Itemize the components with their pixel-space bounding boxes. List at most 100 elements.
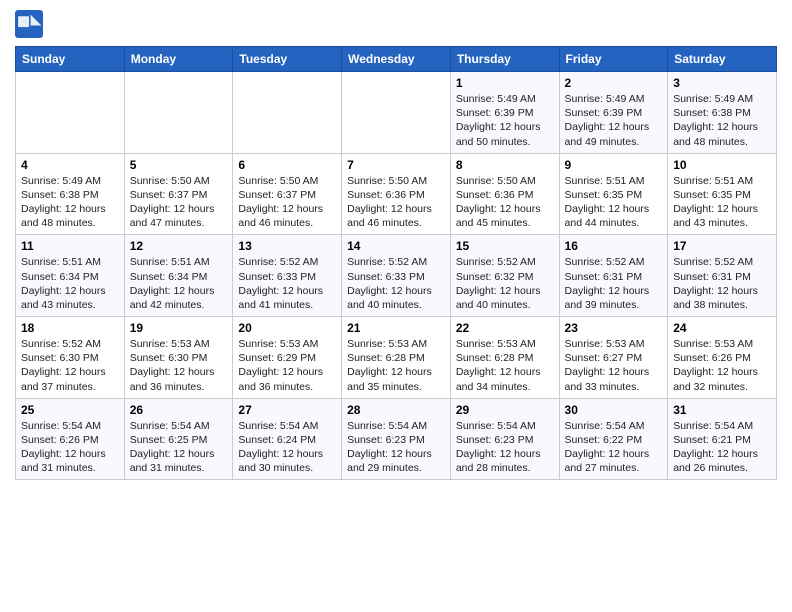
day-content: Sunrise: 5:54 AM Sunset: 6:21 PM Dayligh… bbox=[673, 419, 771, 476]
day-cell: 13Sunrise: 5:52 AM Sunset: 6:33 PM Dayli… bbox=[233, 235, 342, 317]
day-content: Sunrise: 5:53 AM Sunset: 6:27 PM Dayligh… bbox=[565, 337, 663, 394]
day-content: Sunrise: 5:50 AM Sunset: 6:36 PM Dayligh… bbox=[347, 174, 445, 231]
header-cell-wednesday: Wednesday bbox=[342, 47, 451, 72]
day-content: Sunrise: 5:54 AM Sunset: 6:24 PM Dayligh… bbox=[238, 419, 336, 476]
day-content: Sunrise: 5:49 AM Sunset: 6:39 PM Dayligh… bbox=[456, 92, 554, 149]
day-number: 31 bbox=[673, 403, 771, 417]
day-number: 30 bbox=[565, 403, 663, 417]
day-cell: 1 Sunrise: 5:49 AM Sunset: 6:39 PM Daylig… bbox=[450, 72, 559, 154]
day-cell: 4 Sunrise: 5:49 AM Sunset: 6:38 PM Daylig… bbox=[16, 153, 125, 235]
day-content: Sunrise: 5:52 AM Sunset: 6:33 PM Dayligh… bbox=[347, 255, 445, 312]
day-number: 6 bbox=[238, 158, 336, 172]
day-cell: 19Sunrise: 5:53 AM Sunset: 6:30 PM Dayli… bbox=[124, 317, 233, 399]
header-cell-monday: Monday bbox=[124, 47, 233, 72]
day-number: 15 bbox=[456, 239, 554, 253]
day-cell: 20 Sunrise: 5:53 AM Sunset: 6:29 PM Dayli… bbox=[233, 317, 342, 399]
day-content: Sunrise: 5:51 AM Sunset: 6:35 PM Dayligh… bbox=[673, 174, 771, 231]
day-cell: 31 Sunrise: 5:54 AM Sunset: 6:21 PM Dayli… bbox=[668, 398, 777, 480]
header-cell-thursday: Thursday bbox=[450, 47, 559, 72]
day-number: 14 bbox=[347, 239, 445, 253]
day-number: 7 bbox=[347, 158, 445, 172]
day-content: Sunrise: 5:52 AM Sunset: 6:31 PM Dayligh… bbox=[673, 255, 771, 312]
day-number: 8 bbox=[456, 158, 554, 172]
day-number: 29 bbox=[456, 403, 554, 417]
day-cell: 24 Sunrise: 5:53 AM Sunset: 6:26 PM Dayli… bbox=[668, 317, 777, 399]
day-content: Sunrise: 5:50 AM Sunset: 6:37 PM Dayligh… bbox=[238, 174, 336, 231]
day-content: Sunrise: 5:49 AM Sunset: 6:38 PM Dayligh… bbox=[673, 92, 771, 149]
day-content: Sunrise: 5:51 AM Sunset: 6:34 PM Dayligh… bbox=[130, 255, 228, 312]
week-row-3: 11 Sunrise: 5:51 AM Sunset: 6:34 PM Dayli… bbox=[16, 235, 777, 317]
header-cell-saturday: Saturday bbox=[668, 47, 777, 72]
day-number: 22 bbox=[456, 321, 554, 335]
day-number: 24 bbox=[673, 321, 771, 335]
day-number: 1 bbox=[456, 76, 554, 90]
header-cell-tuesday: Tuesday bbox=[233, 47, 342, 72]
day-cell: 28 Sunrise: 5:54 AM Sunset: 6:23 PM Dayli… bbox=[342, 398, 451, 480]
day-number: 23 bbox=[565, 321, 663, 335]
day-cell bbox=[124, 72, 233, 154]
day-cell: 9 Sunrise: 5:51 AM Sunset: 6:35 PM Daylig… bbox=[559, 153, 668, 235]
calendar-header: SundayMondayTuesdayWednesdayThursdayFrid… bbox=[16, 47, 777, 72]
day-number: 12 bbox=[130, 239, 228, 253]
day-cell: 14 Sunrise: 5:52 AM Sunset: 6:33 PM Dayli… bbox=[342, 235, 451, 317]
day-cell: 17 Sunrise: 5:52 AM Sunset: 6:31 PM Dayli… bbox=[668, 235, 777, 317]
day-content: Sunrise: 5:53 AM Sunset: 6:28 PM Dayligh… bbox=[456, 337, 554, 394]
day-number: 2 bbox=[565, 76, 663, 90]
calendar-table: SundayMondayTuesdayWednesdayThursdayFrid… bbox=[15, 46, 777, 480]
day-cell: 30 Sunrise: 5:54 AM Sunset: 6:22 PM Dayli… bbox=[559, 398, 668, 480]
day-number: 27 bbox=[238, 403, 336, 417]
header bbox=[15, 10, 777, 38]
day-cell: 23 Sunrise: 5:53 AM Sunset: 6:27 PM Dayli… bbox=[559, 317, 668, 399]
day-number: 16 bbox=[565, 239, 663, 253]
day-cell: 22 Sunrise: 5:53 AM Sunset: 6:28 PM Dayli… bbox=[450, 317, 559, 399]
week-row-4: 18 Sunrise: 5:52 AM Sunset: 6:30 PM Dayli… bbox=[16, 317, 777, 399]
day-cell: 25 Sunrise: 5:54 AM Sunset: 6:26 PM Dayli… bbox=[16, 398, 125, 480]
day-cell: 5Sunrise: 5:50 AM Sunset: 6:37 PM Daylig… bbox=[124, 153, 233, 235]
day-cell: 27 Sunrise: 5:54 AM Sunset: 6:24 PM Dayli… bbox=[233, 398, 342, 480]
day-cell: 11 Sunrise: 5:51 AM Sunset: 6:34 PM Dayli… bbox=[16, 235, 125, 317]
day-number: 9 bbox=[565, 158, 663, 172]
header-cell-friday: Friday bbox=[559, 47, 668, 72]
day-cell: 6 Sunrise: 5:50 AM Sunset: 6:37 PM Daylig… bbox=[233, 153, 342, 235]
day-content: Sunrise: 5:51 AM Sunset: 6:35 PM Dayligh… bbox=[565, 174, 663, 231]
day-number: 20 bbox=[238, 321, 336, 335]
day-content: Sunrise: 5:54 AM Sunset: 6:23 PM Dayligh… bbox=[456, 419, 554, 476]
day-number: 13 bbox=[238, 239, 336, 253]
day-content: Sunrise: 5:52 AM Sunset: 6:30 PM Dayligh… bbox=[21, 337, 119, 394]
day-content: Sunrise: 5:52 AM Sunset: 6:32 PM Dayligh… bbox=[456, 255, 554, 312]
day-number: 11 bbox=[21, 239, 119, 253]
day-cell: 12 Sunrise: 5:51 AM Sunset: 6:34 PM Dayli… bbox=[124, 235, 233, 317]
day-content: Sunrise: 5:53 AM Sunset: 6:28 PM Dayligh… bbox=[347, 337, 445, 394]
day-number: 19 bbox=[130, 321, 228, 335]
day-content: Sunrise: 5:52 AM Sunset: 6:31 PM Dayligh… bbox=[565, 255, 663, 312]
day-number: 25 bbox=[21, 403, 119, 417]
logo bbox=[15, 10, 47, 38]
day-number: 18 bbox=[21, 321, 119, 335]
day-cell bbox=[342, 72, 451, 154]
logo-icon bbox=[15, 10, 43, 38]
day-cell: 15 Sunrise: 5:52 AM Sunset: 6:32 PM Dayli… bbox=[450, 235, 559, 317]
day-content: Sunrise: 5:50 AM Sunset: 6:36 PM Dayligh… bbox=[456, 174, 554, 231]
day-content: Sunrise: 5:49 AM Sunset: 6:38 PM Dayligh… bbox=[21, 174, 119, 231]
header-row: SundayMondayTuesdayWednesdayThursdayFrid… bbox=[16, 47, 777, 72]
day-content: Sunrise: 5:53 AM Sunset: 6:29 PM Dayligh… bbox=[238, 337, 336, 394]
day-cell: 3 Sunrise: 5:49 AM Sunset: 6:38 PM Daylig… bbox=[668, 72, 777, 154]
day-cell: 29 Sunrise: 5:54 AM Sunset: 6:23 PM Dayli… bbox=[450, 398, 559, 480]
calendar-body: 1 Sunrise: 5:49 AM Sunset: 6:39 PM Daylig… bbox=[16, 72, 777, 480]
day-number: 28 bbox=[347, 403, 445, 417]
day-cell: 16 Sunrise: 5:52 AM Sunset: 6:31 PM Dayli… bbox=[559, 235, 668, 317]
day-cell: 21Sunrise: 5:53 AM Sunset: 6:28 PM Dayli… bbox=[342, 317, 451, 399]
week-row-2: 4 Sunrise: 5:49 AM Sunset: 6:38 PM Daylig… bbox=[16, 153, 777, 235]
day-content: Sunrise: 5:51 AM Sunset: 6:34 PM Dayligh… bbox=[21, 255, 119, 312]
day-number: 4 bbox=[21, 158, 119, 172]
day-cell: 7 Sunrise: 5:50 AM Sunset: 6:36 PM Daylig… bbox=[342, 153, 451, 235]
day-content: Sunrise: 5:53 AM Sunset: 6:26 PM Dayligh… bbox=[673, 337, 771, 394]
day-content: Sunrise: 5:54 AM Sunset: 6:22 PM Dayligh… bbox=[565, 419, 663, 476]
day-number: 17 bbox=[673, 239, 771, 253]
day-content: Sunrise: 5:54 AM Sunset: 6:25 PM Dayligh… bbox=[130, 419, 228, 476]
day-number: 10 bbox=[673, 158, 771, 172]
day-content: Sunrise: 5:54 AM Sunset: 6:26 PM Dayligh… bbox=[21, 419, 119, 476]
day-content: Sunrise: 5:54 AM Sunset: 6:23 PM Dayligh… bbox=[347, 419, 445, 476]
day-cell bbox=[16, 72, 125, 154]
day-number: 3 bbox=[673, 76, 771, 90]
